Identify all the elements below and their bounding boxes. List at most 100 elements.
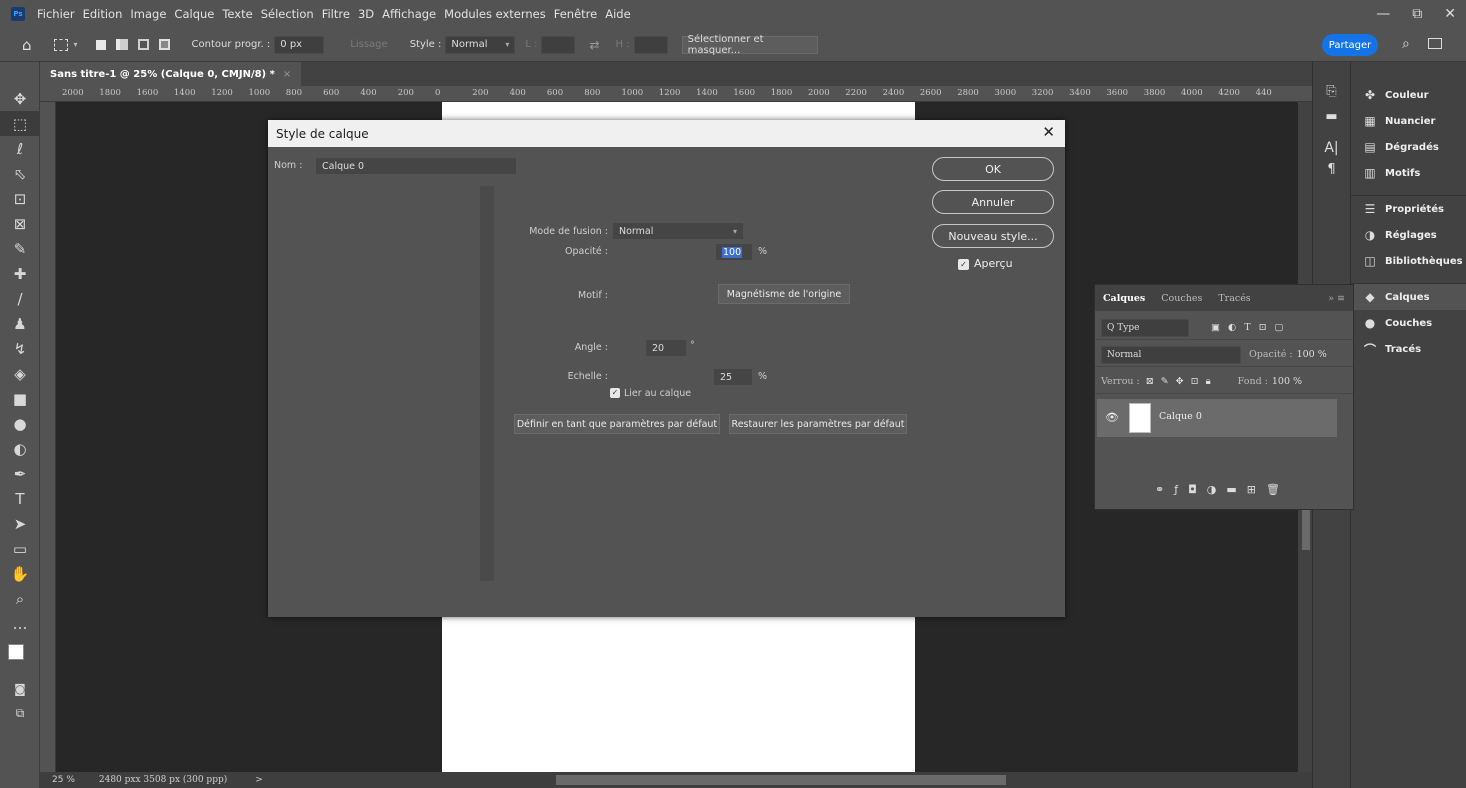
layer-filter-select[interactable]: Q Type <box>1101 318 1189 337</box>
marquee-icon[interactable] <box>53 38 68 51</box>
history-icon[interactable]: ⎘ <box>1313 84 1350 99</box>
menu-fenetre[interactable]: Fenêtre <box>550 0 601 28</box>
menu-image[interactable]: Image <box>126 0 170 28</box>
menu-aide[interactable]: Aide <box>601 0 634 28</box>
opacity-input[interactable]: 100 <box>716 244 752 260</box>
contour-input[interactable]: 0 px <box>274 35 325 54</box>
style-list-scrollbar[interactable] <box>480 186 494 581</box>
ok-button[interactable]: OK <box>932 157 1054 181</box>
menu-fichier[interactable]: Fichier <box>33 0 79 28</box>
menu-3d[interactable]: 3D <box>354 0 378 28</box>
restore-icon[interactable]: ⧉ <box>1412 6 1422 22</box>
angle-input[interactable]: 20 <box>646 340 686 356</box>
opacity-value[interactable]: 100 % <box>1297 349 1327 360</box>
document-tab[interactable]: Sans titre-1 @ 25% (Calque 0, CMJN/8) * … <box>40 62 302 86</box>
stamp-tool-icon[interactable]: ♟ <box>0 311 40 336</box>
color-swatches[interactable] <box>0 636 39 676</box>
character-icon[interactable]: A| <box>1313 140 1350 156</box>
lock-icons[interactable]: ⊠✎✥⊡🔒︎ <box>1146 376 1218 387</box>
close-icon[interactable]: ✕ <box>1042 123 1055 141</box>
tab-couches[interactable]: Couches <box>1153 293 1210 304</box>
height-input[interactable] <box>633 35 668 54</box>
home-icon[interactable]: ⌂ <box>22 36 32 54</box>
intersect-selection-icon[interactable] <box>158 39 170 50</box>
layer-blend-select[interactable]: Normal <box>1101 345 1241 364</box>
menu-modules-externes[interactable]: Modules externes <box>440 0 550 28</box>
zoom-level[interactable]: 25 % <box>52 775 75 785</box>
filter-icons[interactable]: ▣◐T⊡▢ <box>1211 322 1292 333</box>
snap-to-origin-button[interactable]: Magnétisme de l'origine <box>718 284 850 304</box>
scale-input[interactable]: 25 <box>714 369 752 385</box>
minimize-icon[interactable]: — <box>1376 6 1390 22</box>
tab-traces[interactable]: Tracés <box>1210 293 1258 304</box>
tab-calques[interactable]: Calques <box>1095 293 1153 304</box>
layer-actions[interactable]: ⚭ƒ◘◑▬⊞🗑︎ <box>1155 483 1290 496</box>
dock-traces[interactable]: ⌒ Tracés <box>1351 336 1466 362</box>
comments-icon[interactable]: ▬ <box>1313 109 1350 124</box>
new-style-button[interactable]: Nouveau style... <box>932 224 1054 248</box>
layer-row-calque-0[interactable]: 👁︎ Calque 0 <box>1097 399 1337 437</box>
eye-icon[interactable]: 👁︎ <box>1105 411 1119 424</box>
move-tool-icon[interactable]: ✥ <box>0 86 40 111</box>
layer-name[interactable]: Calque 0 <box>1159 411 1202 422</box>
rectangle-tool-icon[interactable]: ▭ <box>0 536 40 561</box>
screen-mode-icon[interactable]: ⧉ <box>0 701 40 726</box>
dock-motifs[interactable]: ▥ Motifs <box>1351 160 1466 186</box>
status-expand-icon[interactable]: > <box>255 775 263 785</box>
share-button[interactable]: Partager <box>1322 34 1378 56</box>
reset-default-button[interactable]: Restaurer les paramètres par défaut <box>729 414 907 434</box>
type-tool-icon[interactable]: T <box>0 486 40 511</box>
gradient-tool-icon[interactable]: ■ <box>0 386 40 411</box>
swap-icon[interactable]: ⇄ <box>589 38 599 52</box>
dock-bibliotheques[interactable]: ◫ Bibliothèques <box>1351 248 1466 274</box>
dock-calques[interactable]: ◆ Calques <box>1351 284 1466 310</box>
paragraph-icon[interactable]: ¶ <box>1313 162 1350 177</box>
foreground-color-swatch[interactable] <box>8 644 24 660</box>
frame-tool-icon[interactable]: ⊠ <box>0 211 40 236</box>
more-tools-icon[interactable]: … <box>0 611 40 636</box>
close-tab-icon[interactable]: × <box>283 69 291 80</box>
dock-nuancier[interactable]: ▦ Nuancier <box>1351 108 1466 134</box>
menu-edition[interactable]: Edition <box>79 0 127 28</box>
panel-menu-icon[interactable]: » ≡ <box>1328 293 1345 304</box>
new-selection-icon[interactable] <box>95 39 106 50</box>
add-selection-icon[interactable] <box>115 39 128 50</box>
dock-reglages[interactable]: ◑ Réglages <box>1351 222 1466 248</box>
healing-tool-icon[interactable]: ✚ <box>0 261 40 286</box>
name-field[interactable]: Calque 0 <box>316 158 516 174</box>
blur-tool-icon[interactable]: ● <box>0 411 40 436</box>
marquee-tool-icon[interactable]: ⬚ <box>0 111 40 136</box>
menu-calque[interactable]: Calque <box>170 0 218 28</box>
dock-couleur[interactable]: ✤ Couleur <box>1351 82 1466 108</box>
style-select[interactable]: Normal ▾ <box>445 35 516 54</box>
lissage-label[interactable]: Lissage <box>350 39 387 50</box>
blend-mode-select[interactable]: Normal ▾ <box>613 223 743 239</box>
path-select-tool-icon[interactable]: ➤ <box>0 511 40 536</box>
zoom-tool-icon[interactable]: ⌕ <box>0 586 40 611</box>
menu-texte[interactable]: Texte <box>218 0 256 28</box>
crop-tool-icon[interactable]: ⊡ <box>0 186 40 211</box>
preview-checkbox[interactable]: ✓ <box>958 259 969 270</box>
chevron-down-icon[interactable]: ▾ <box>74 40 78 49</box>
dock-couches[interactable]: ● Couches <box>1351 310 1466 336</box>
brush-tool-icon[interactable]: / <box>0 286 40 311</box>
hand-tool-icon[interactable]: ✋ <box>0 561 40 586</box>
lasso-tool-icon[interactable]: ℓ <box>0 136 40 161</box>
width-input[interactable] <box>541 35 576 54</box>
select-and-mask-button[interactable]: Sélectionner et masquer... <box>681 34 818 56</box>
link-layer-checkbox[interactable]: ✓ <box>610 388 620 398</box>
pen-tool-icon[interactable]: ✒ <box>0 461 40 486</box>
dock-proprietes[interactable]: ☰ Propriétés <box>1351 196 1466 222</box>
history-brush-tool-icon[interactable]: ↯ <box>0 336 40 361</box>
set-default-button[interactable]: Définir en tant que paramètres par défau… <box>514 414 720 434</box>
menu-filtre[interactable]: Filtre <box>318 0 354 28</box>
eraser-tool-icon[interactable]: ◈ <box>0 361 40 386</box>
cancel-button[interactable]: Annuler <box>932 190 1054 214</box>
fill-value[interactable]: 100 % <box>1272 376 1302 387</box>
workspace-icon[interactable] <box>1428 38 1442 49</box>
object-select-tool-icon[interactable]: ⬁ <box>0 161 40 186</box>
eyedropper-tool-icon[interactable]: ✎ <box>0 236 40 261</box>
subtract-selection-icon[interactable] <box>137 39 149 50</box>
close-icon[interactable]: ✕ <box>1444 6 1456 22</box>
menu-selection[interactable]: Sélection <box>257 0 318 28</box>
